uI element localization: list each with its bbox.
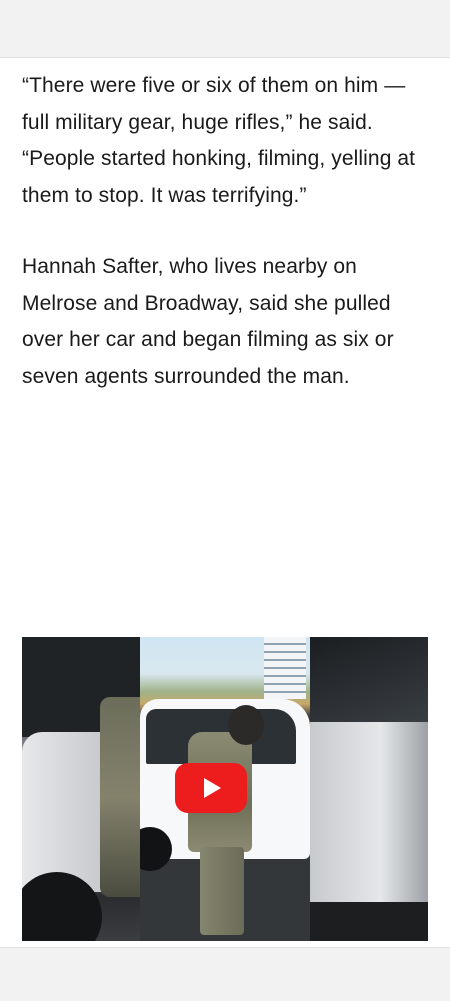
bottom-bar bbox=[0, 947, 450, 1001]
video-blurred-left-panel bbox=[22, 637, 140, 941]
video-blurred-right-panel bbox=[310, 637, 428, 941]
youtube-play-icon[interactable] bbox=[175, 763, 247, 813]
play-triangle-icon bbox=[204, 778, 221, 798]
top-bar bbox=[0, 0, 450, 58]
article-body: “There were five or six of them on him —… bbox=[22, 68, 432, 430]
quote-paragraph: “There were five or six of them on him —… bbox=[22, 74, 416, 207]
witness-paragraph: Hannah Safter, who lives nearby on Melro… bbox=[22, 255, 394, 388]
video-embed[interactable] bbox=[22, 637, 428, 941]
